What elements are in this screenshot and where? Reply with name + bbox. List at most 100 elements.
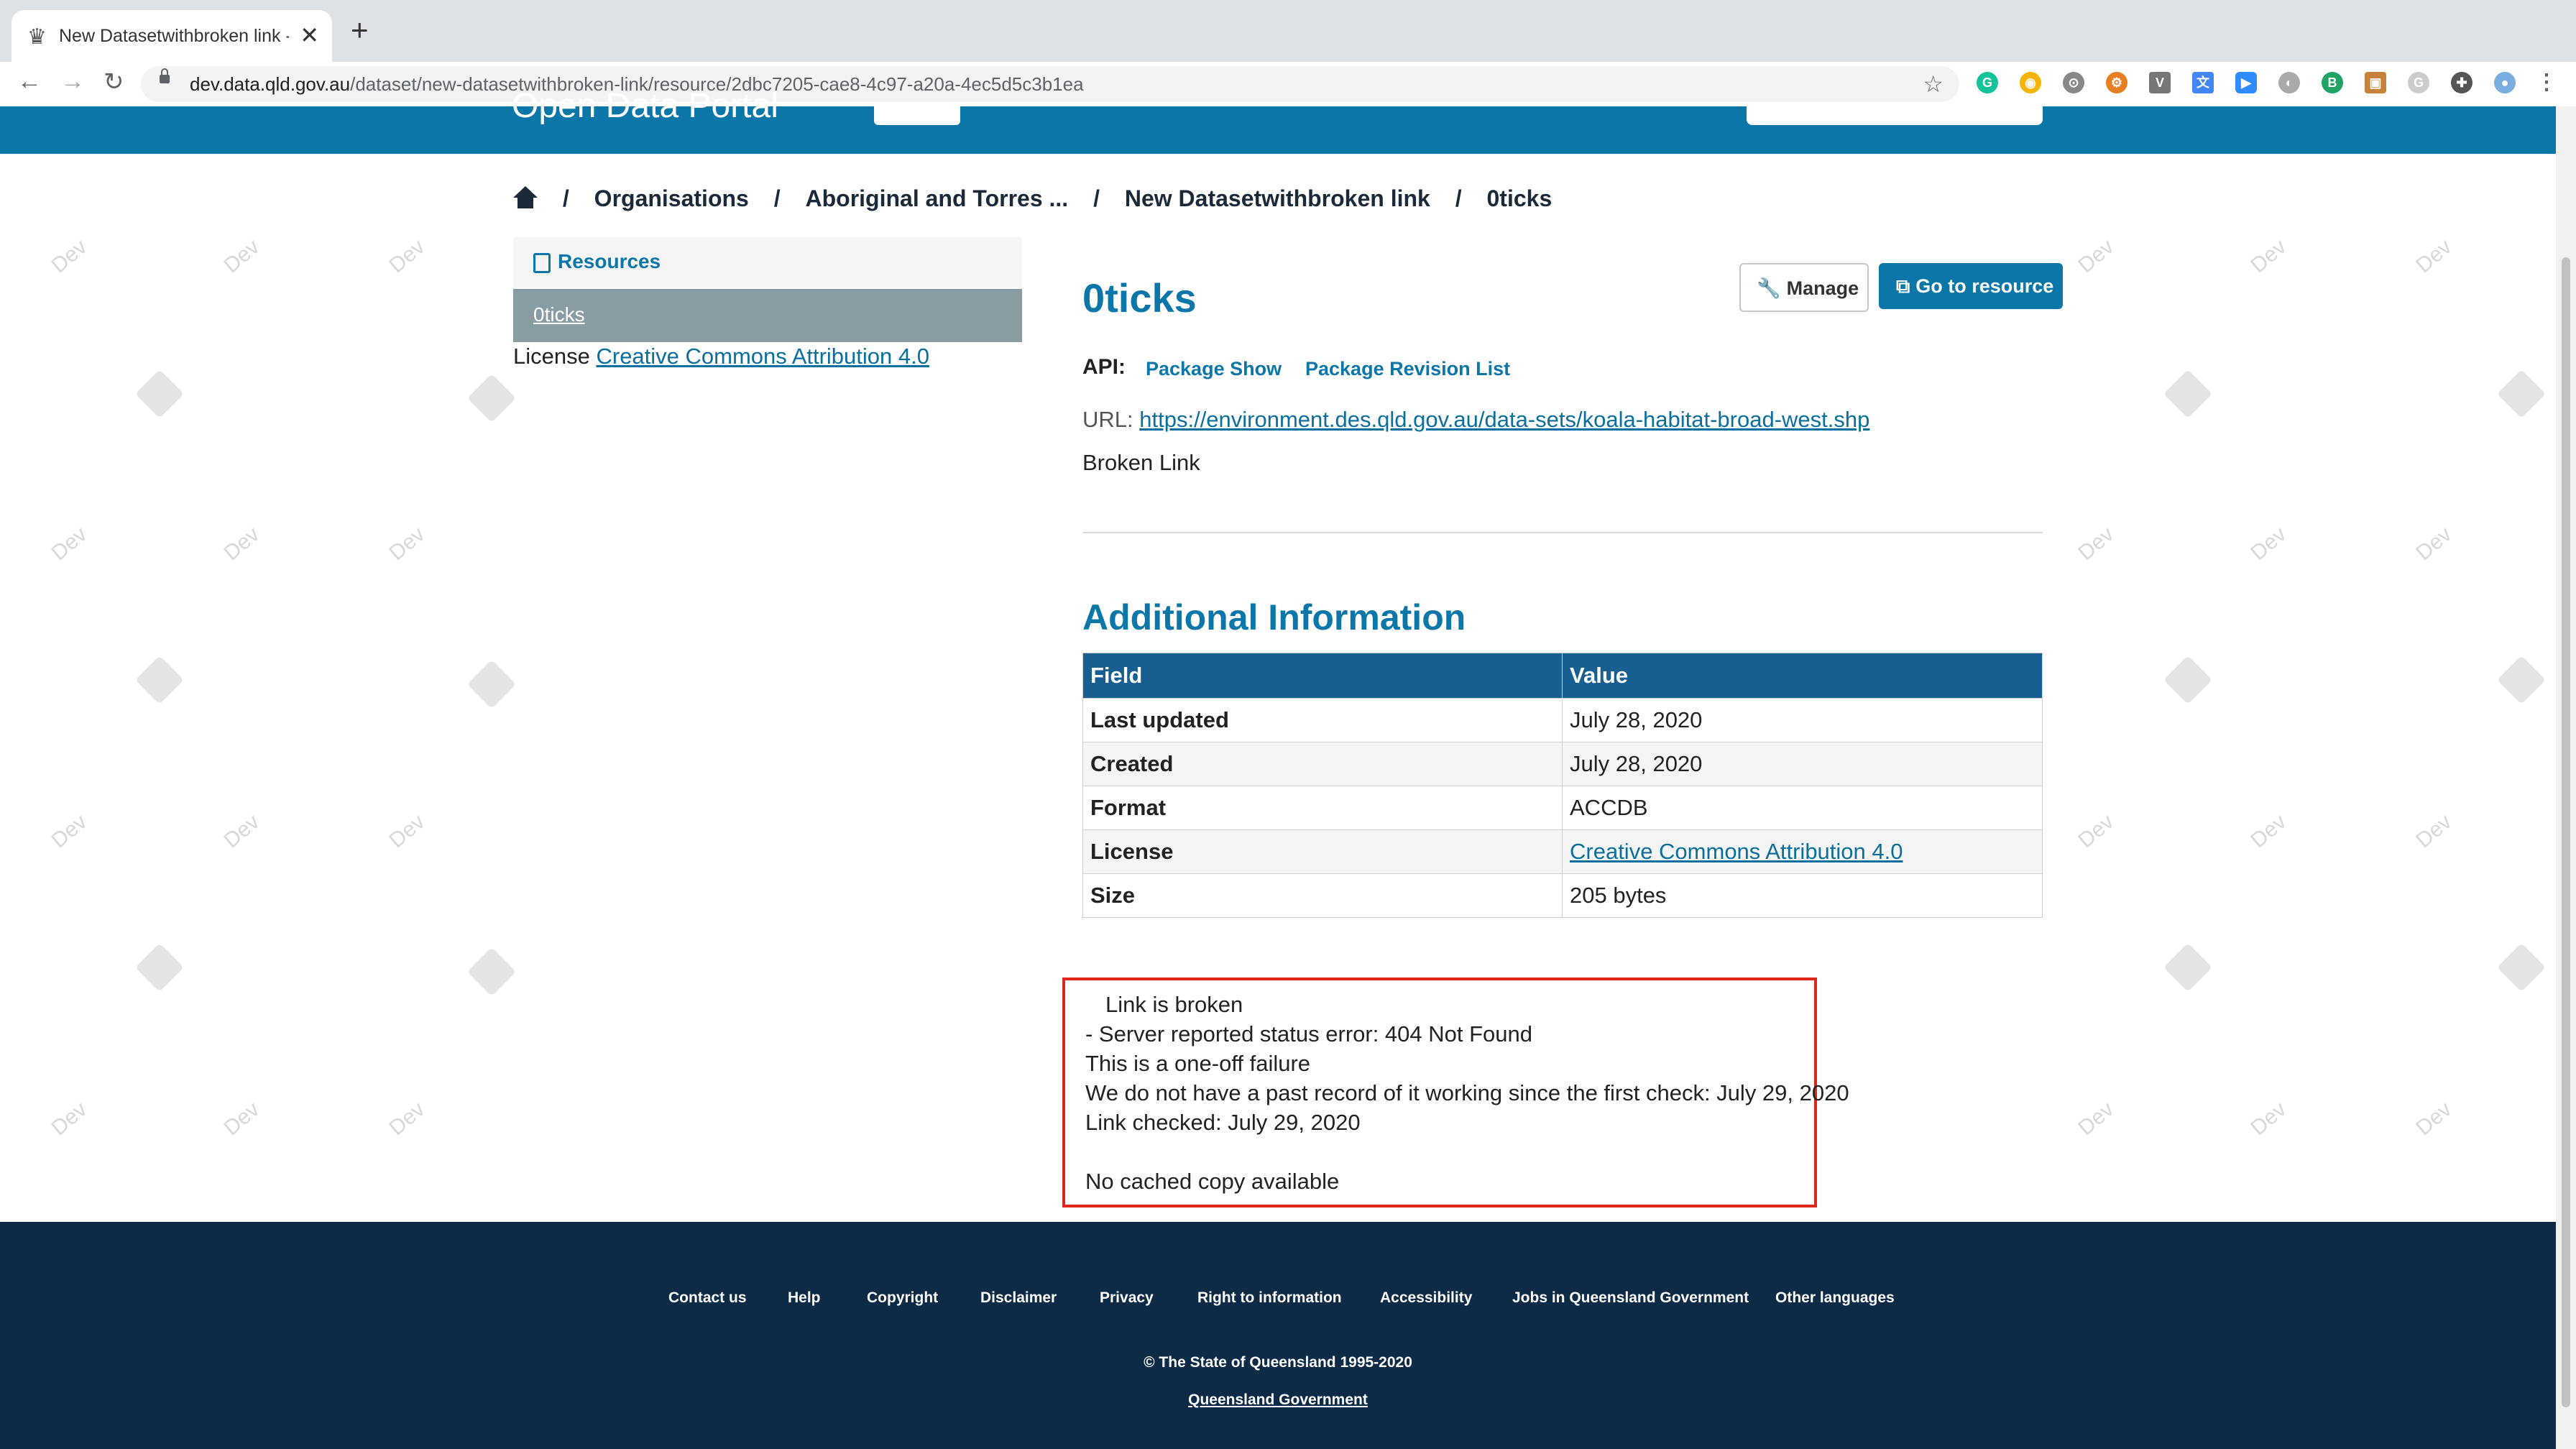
grammarly-extension-icon[interactable]: G <box>1977 72 1998 93</box>
breadcrumb-separator: / <box>562 185 569 211</box>
watermark-text: Dev <box>2074 234 2119 278</box>
column-header-value: Value <box>1562 653 2043 699</box>
license-value-link[interactable]: Creative Commons Attribution 4.0 <box>1570 839 1903 864</box>
link-check-report: Link is broken - Server reported status … <box>1062 978 1849 1208</box>
tab-close-icon[interactable]: ✕ <box>300 22 319 49</box>
puzzle-extensions-icon[interactable]: ✚ <box>2451 72 2472 93</box>
site-title[interactable]: Open Data Portal <box>512 86 778 126</box>
zoom-extension-icon[interactable]: ▶ <box>2235 72 2257 93</box>
breadcrumb: / Organisations / Aboriginal and Torres … <box>513 185 1552 212</box>
new-tab-button[interactable]: + <box>351 15 369 45</box>
watermark-text: Dev <box>2246 234 2291 278</box>
footer-queensland-government-link[interactable]: Queensland Government <box>0 1392 2556 1409</box>
browser-toolbar: ← → ↻ dev.data.qld.gov.au/dataset/new-da… <box>0 62 2576 107</box>
watermark-logo-icon <box>467 660 516 709</box>
table-row: Last updated July 28, 2020 <box>1082 698 2043 742</box>
watermark-logo-icon <box>2163 656 2212 704</box>
go-to-resource-button[interactable]: ⧉ Go to resource <box>1879 263 2063 309</box>
watermark-logo-icon <box>2497 656 2546 704</box>
extension-icon[interactable]: G <box>2408 72 2429 93</box>
extension-icon[interactable]: ▣ <box>2365 72 2386 93</box>
extension-icon[interactable]: ◉ <box>2020 72 2041 93</box>
browser-tab[interactable]: ♛ New Datasetwithbroken link - C ✕ <box>12 10 332 62</box>
resource-url-link[interactable]: https://environment.des.qld.gov.au/data-… <box>1139 407 1869 432</box>
tab-title: New Datasetwithbroken link - C <box>59 26 289 46</box>
scrollbar-thumb[interactable] <box>2562 257 2570 1407</box>
resource-url-line: URL: https://environment.des.qld.gov.au/… <box>1082 407 1869 433</box>
breadcrumb-resource[interactable]: 0ticks <box>1487 185 1552 212</box>
link-check-line: Link is broken <box>1105 992 1243 1017</box>
footer-link-accessibility[interactable]: Accessibility <box>1380 1289 1472 1307</box>
watermark-text: Dev <box>2411 234 2457 278</box>
bookmark-star-icon[interactable]: ☆ <box>1923 70 1944 98</box>
watermark-text: Dev <box>2411 1097 2457 1141</box>
header-menu-button[interactable] <box>874 106 960 125</box>
extension-icon[interactable]: ⚙ <box>2106 72 2128 93</box>
watermark-text: Dev <box>385 234 430 278</box>
extension-icon[interactable]: ◐ <box>2278 72 2300 93</box>
footer-link-contact[interactable]: Contact us <box>668 1289 747 1307</box>
watermark-text: Dev <box>2246 522 2291 566</box>
sidebar-item-label[interactable]: 0ticks <box>533 303 585 326</box>
watermark-text: Dev <box>219 809 264 853</box>
link-check-line: We do not have a past record of it worki… <box>1085 1080 1849 1105</box>
go-to-resource-label: Go to resource <box>1915 275 2054 297</box>
back-arrow-icon[interactable]: ← <box>17 68 42 96</box>
watermark-text: Dev <box>47 522 92 566</box>
broken-link-status: Broken Link <box>1082 450 1200 475</box>
header-search-input[interactable] <box>1747 106 2043 125</box>
extension-icon[interactable]: ⊙ <box>2063 72 2084 93</box>
field-cell: Created <box>1082 742 1563 786</box>
field-cell: Size <box>1082 873 1563 918</box>
watermark-text: Dev <box>2246 809 2291 853</box>
page-scrollbar[interactable] <box>2556 106 2576 1449</box>
profile-avatar[interactable]: ● <box>2494 72 2516 93</box>
value-cell: Creative Commons Attribution 4.0 <box>1562 829 2043 874</box>
forward-arrow-icon[interactable]: → <box>60 68 85 96</box>
watermark-text: Dev <box>2074 809 2119 853</box>
footer-link-disclaimer[interactable]: Disclaimer <box>980 1289 1057 1307</box>
footer-link-jobs[interactable]: Jobs in Queensland Government <box>1512 1289 1749 1307</box>
additional-info-heading: Additional Information <box>1082 597 1466 638</box>
manage-button-label: Manage <box>1786 277 1859 299</box>
footer-link-right-to-information[interactable]: Right to information <box>1197 1289 1342 1307</box>
footer-link-other-languages[interactable]: Other languages <box>1775 1289 1895 1307</box>
home-icon[interactable] <box>513 186 538 208</box>
browser-menu-icon[interactable]: ⋮ <box>2536 72 2557 93</box>
reload-icon[interactable]: ↻ <box>104 68 124 96</box>
manage-button[interactable]: 🔧 Manage <box>1739 263 1869 312</box>
vue-devtools-icon[interactable]: V <box>2149 72 2171 93</box>
lock-icon <box>160 68 170 83</box>
breadcrumb-separator: / <box>1093 185 1100 211</box>
sidebar-license: License Creative Commons Attribution 4.0 <box>513 344 929 369</box>
site-footer: Contact us Help Copyright Disclaimer Pri… <box>0 1222 2556 1449</box>
address-bar[interactable]: dev.data.qld.gov.au/dataset/new-datasetw… <box>141 66 1959 102</box>
breadcrumb-dataset[interactable]: New Datasetwithbroken link <box>1125 185 1430 212</box>
footer-link-privacy[interactable]: Privacy <box>1100 1289 1154 1307</box>
license-prefix: License <box>513 344 590 369</box>
table-row: Format ACCDB <box>1082 786 2043 830</box>
sidebar-item-0ticks[interactable]: 0ticks <box>513 289 1022 342</box>
footer-link-copyright[interactable]: Copyright <box>867 1289 938 1307</box>
translate-extension-icon[interactable]: 文 <box>2192 72 2214 93</box>
license-link[interactable]: Creative Commons Attribution 4.0 <box>596 344 929 369</box>
api-package-show-link[interactable]: Package Show <box>1146 358 1282 380</box>
resource-title: 0ticks <box>1082 275 1197 321</box>
external-link-icon: ⧉ <box>1896 275 1910 297</box>
watermark-text: Dev <box>2411 522 2457 566</box>
breadcrumb-organisations[interactable]: Organisations <box>594 185 749 212</box>
site-header: Open Data Portal <box>0 87 2556 154</box>
watermark-text: Dev <box>47 1097 92 1141</box>
copy-icon <box>533 253 551 273</box>
api-package-revision-list-link[interactable]: Package Revision List <box>1305 358 1510 380</box>
field-cell: Last updated <box>1082 698 1563 742</box>
watermark-logo-icon <box>2163 943 2212 992</box>
watermark-text: Dev <box>47 234 92 278</box>
value-cell: July 28, 2020 <box>1562 742 2043 786</box>
watermark-text: Dev <box>2246 1097 2291 1141</box>
footer-link-help[interactable]: Help <box>788 1289 821 1307</box>
extension-icon[interactable]: B <box>2322 72 2343 93</box>
watermark-text: Dev <box>219 234 264 278</box>
breadcrumb-organisation[interactable]: Aboriginal and Torres ... <box>806 185 1069 212</box>
crest-favicon-icon: ♛ <box>27 25 47 49</box>
